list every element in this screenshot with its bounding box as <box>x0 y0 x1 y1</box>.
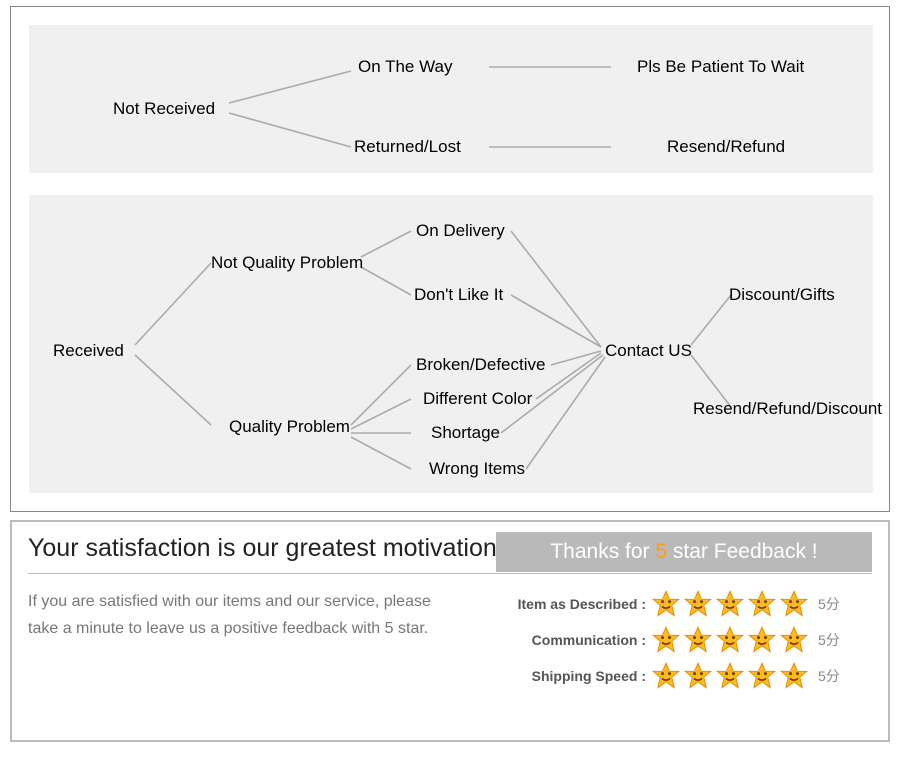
node-not-received: Not Received <box>113 99 215 119</box>
node-on-the-way: On The Way <box>358 57 452 77</box>
star-icon <box>716 662 744 690</box>
banner-suffix: star Feedback ! <box>667 540 818 563</box>
node-broken-defective: Broken/Defective <box>416 355 545 375</box>
node-on-delivery: On Delivery <box>416 221 505 241</box>
node-different-color: Different Color <box>423 389 532 409</box>
star-icon <box>684 626 712 654</box>
node-pls-be-patient: Pls Be Patient To Wait <box>637 57 804 77</box>
star-icon <box>780 662 808 690</box>
flow-diagram-panel: Not Received On The Way Pls Be Patient T… <box>10 6 890 512</box>
star-icon <box>748 662 776 690</box>
banner-five: 5 <box>655 540 667 563</box>
star-icon <box>652 626 680 654</box>
node-contact-us: Contact US <box>605 341 692 361</box>
node-shortage: Shortage <box>431 423 500 443</box>
node-returned-lost: Returned/Lost <box>354 137 461 157</box>
thanks-banner: Thanks for 5 star Feedback ! <box>496 532 872 572</box>
stars <box>652 662 808 690</box>
node-quality-problem: Quality Problem <box>229 417 350 437</box>
star-icon <box>716 590 744 618</box>
divider <box>28 573 872 574</box>
node-resend-refund: Resend/Refund <box>667 137 785 157</box>
rating-score: 5分 <box>818 666 840 686</box>
node-dont-like-it: Don't Like It <box>414 285 503 305</box>
feedback-body: If you are satisfied with our items and … <box>28 588 458 642</box>
star-icon <box>652 590 680 618</box>
node-resend-refund-discount: Resend/Refund/Discount <box>693 399 882 419</box>
star-icon <box>684 662 712 690</box>
stars <box>652 590 808 618</box>
rating-row: Item as Described : 5分 <box>490 590 880 618</box>
ratings-block: Item as Described : 5分 Communication : 5… <box>490 590 880 698</box>
stars <box>652 626 808 654</box>
feedback-panel: Your satisfaction is our greatest motiva… <box>10 520 890 742</box>
node-discount-gifts: Discount/Gifts <box>729 285 835 305</box>
node-not-quality-problem: Not Quality Problem <box>211 253 363 273</box>
rating-label: Shipping Speed : <box>490 668 652 684</box>
star-icon <box>684 590 712 618</box>
node-received: Received <box>53 341 124 361</box>
rating-label: Communication : <box>490 632 652 648</box>
star-icon <box>748 626 776 654</box>
rating-score: 5分 <box>818 630 840 650</box>
rating-label: Item as Described : <box>490 596 652 612</box>
star-icon <box>716 626 744 654</box>
star-icon <box>780 590 808 618</box>
node-wrong-items: Wrong Items <box>429 459 525 479</box>
rating-score: 5分 <box>818 594 840 614</box>
star-icon <box>748 590 776 618</box>
banner-prefix: Thanks for <box>550 540 655 563</box>
rating-row: Shipping Speed : 5分 <box>490 662 880 690</box>
star-icon <box>780 626 808 654</box>
rating-row: Communication : 5分 <box>490 626 880 654</box>
star-icon <box>652 662 680 690</box>
